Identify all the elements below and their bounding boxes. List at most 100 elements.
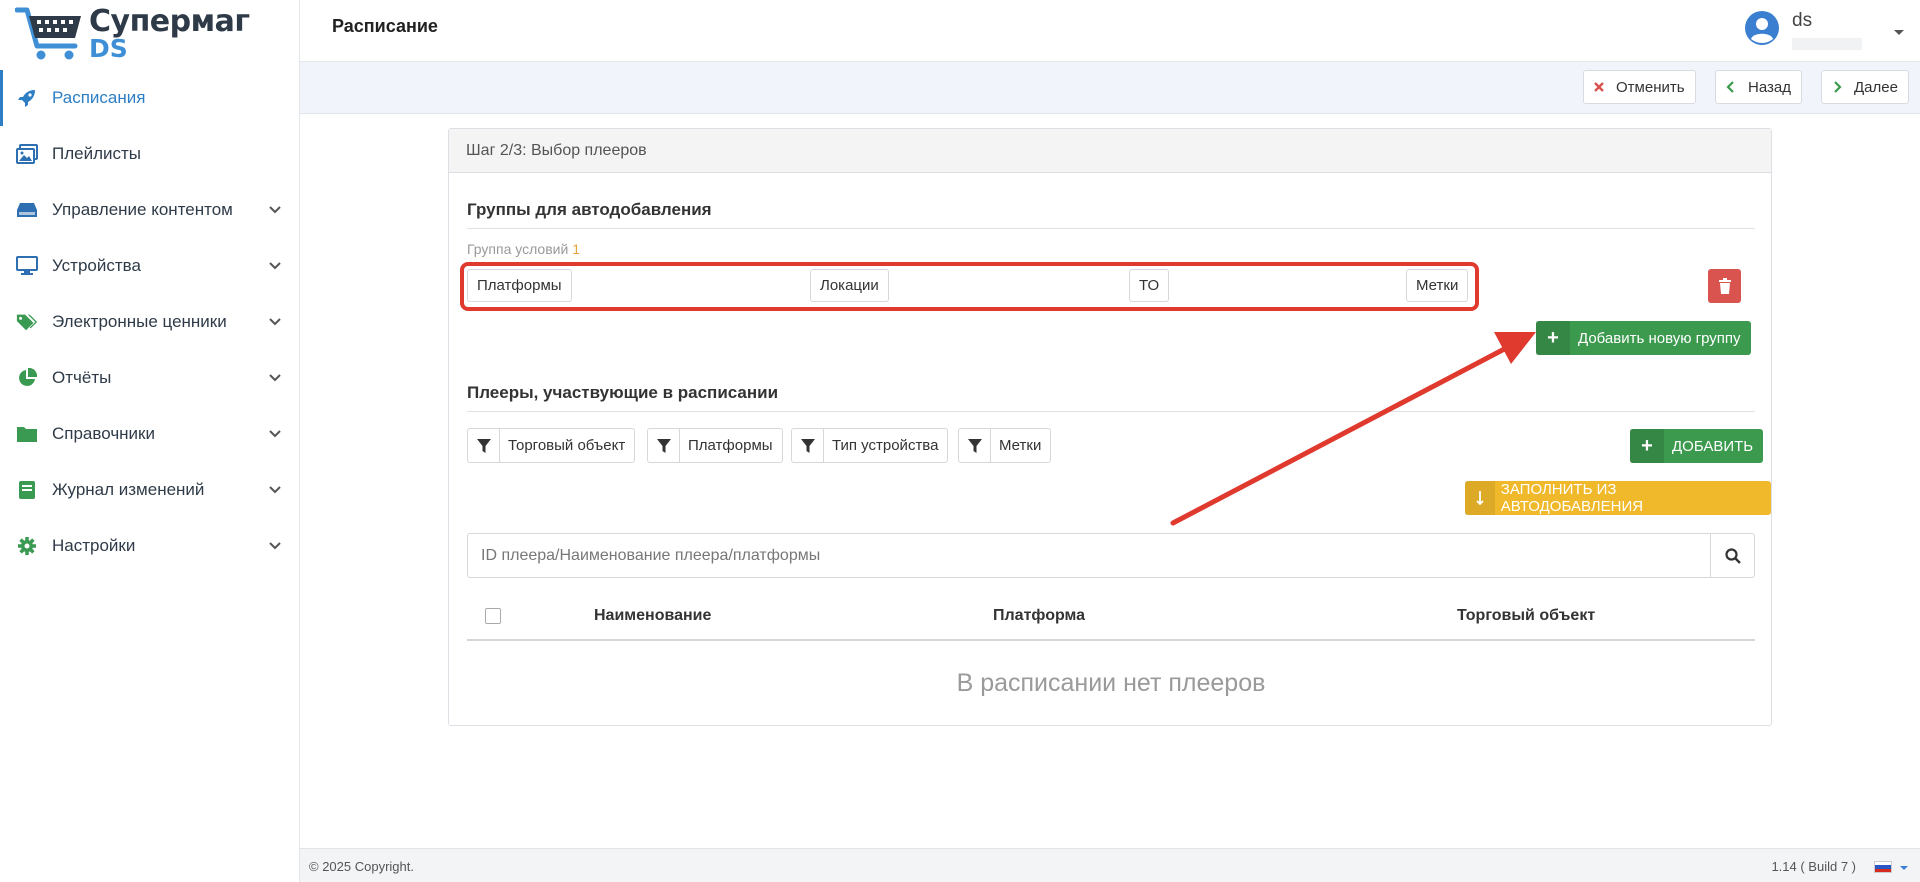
tags-icon xyxy=(16,311,38,333)
autoadd-section-title: Группы для автодобавления xyxy=(467,200,712,219)
chevron-down-icon xyxy=(269,206,281,214)
fill-from-autoadd-label: ЗАПОЛНИТЬ ИЗ АВТОДОБАВЛЕНИЯ xyxy=(1500,481,1644,515)
sidebar: Супермаг DS Расписания Плейлисты Управле… xyxy=(0,0,300,882)
search-input[interactable] xyxy=(468,534,1711,577)
gear-icon xyxy=(16,535,38,557)
chevron-down-icon xyxy=(269,318,281,326)
add-group-button[interactable]: + Добавить новую группу xyxy=(1536,321,1751,355)
sidebar-item-label: Справочники xyxy=(52,424,155,443)
russian-flag-icon[interactable] xyxy=(1874,861,1892,873)
app-logo[interactable]: Супермаг DS xyxy=(15,4,250,63)
chevron-down-icon xyxy=(269,542,281,550)
book-icon xyxy=(16,479,38,501)
user-avatar-icon xyxy=(1745,11,1779,45)
caret-down-icon[interactable] xyxy=(1900,866,1908,870)
copyright: © 2025 Copyright. xyxy=(309,859,414,874)
sidebar-item-label: Настройки xyxy=(52,536,136,555)
delete-group-button[interactable] xyxy=(1708,269,1741,303)
sidebar-item-label: Плейлисты xyxy=(52,144,142,163)
caret-down-icon xyxy=(1894,30,1904,35)
sidebar-item-changelog[interactable]: Журнал изменений xyxy=(0,462,300,518)
sidebar-item-label: Управление контентом xyxy=(52,200,233,219)
sidebar-item-label: Отчёты xyxy=(52,368,112,387)
condition-group-label: Группа условий 1 xyxy=(467,241,580,257)
top-bar: Расписание ds xyxy=(300,0,1920,62)
filter-icon xyxy=(648,429,680,462)
column-header-retail-object[interactable]: Торговый объект xyxy=(1457,607,1595,625)
action-bar: Отменить Назад Далее xyxy=(300,62,1920,114)
sidebar-item-settings[interactable]: Настройки xyxy=(0,518,300,574)
plus-icon: + xyxy=(1630,429,1664,463)
back-button-label: Назад xyxy=(1748,78,1791,96)
next-button-label: Далее xyxy=(1854,78,1898,96)
player-search xyxy=(467,533,1755,578)
divider xyxy=(467,411,1755,412)
user-name-redacted xyxy=(1792,38,1862,50)
filter-icon xyxy=(468,429,500,462)
sidebar-item-label: Электронные ценники xyxy=(52,312,227,331)
step-title: Шаг 2/3: Выбор плееров xyxy=(449,129,1771,173)
sidebar-item-reports[interactable]: Отчёты xyxy=(0,350,300,406)
condition-group-number: 1 xyxy=(572,241,580,257)
filter-label: Метки xyxy=(999,437,1042,454)
add-players-label: ДОБАВИТЬ xyxy=(1672,437,1754,455)
cancel-button[interactable]: Отменить xyxy=(1583,70,1696,104)
filter-platforms[interactable]: Платформы xyxy=(647,428,783,463)
chevron-right-icon xyxy=(1834,81,1842,93)
sidebar-item-price-tags[interactable]: Электронные ценники xyxy=(0,294,300,350)
column-header-name[interactable]: Наименование xyxy=(594,607,711,625)
filter-icon xyxy=(792,429,824,462)
chevron-down-icon xyxy=(269,430,281,438)
cart-logo-icon xyxy=(15,7,81,60)
chevron-down-icon xyxy=(269,486,281,494)
add-group-label: Добавить новую группу xyxy=(1578,329,1741,347)
sidebar-item-devices[interactable]: Устройства xyxy=(0,238,300,294)
sidebar-item-label: Расписания xyxy=(52,88,146,107)
sidebar-item-label: Журнал изменений xyxy=(52,480,205,499)
table-header-divider xyxy=(467,639,1755,641)
divider xyxy=(467,228,1755,229)
sidebar-item-schedules[interactable]: Расписания xyxy=(0,70,300,126)
next-button[interactable]: Далее xyxy=(1821,70,1909,104)
fill-from-autoadd-button[interactable]: ЗАПОЛНИТЬ ИЗ АВТОДОБАВЛЕНИЯ xyxy=(1465,481,1771,515)
footer: © 2025 Copyright. 1.14 ( Build 7 ) xyxy=(300,848,1920,882)
filter-device-type[interactable]: Тип устройства xyxy=(791,428,949,463)
filter-label: Тип устройства xyxy=(832,437,939,454)
chevron-left-icon xyxy=(1726,81,1734,93)
sidebar-nav: Расписания Плейлисты Управление контенто… xyxy=(0,70,300,574)
filter-labels[interactable]: Метки xyxy=(958,428,1052,463)
filter-retail-object[interactable]: Торговый объект xyxy=(467,428,636,463)
search-button[interactable] xyxy=(1710,534,1754,577)
sidebar-item-playlists[interactable]: Плейлисты xyxy=(0,126,300,182)
empty-table-message: В расписании нет плееров xyxy=(956,669,1266,697)
user-name: ds xyxy=(1792,10,1813,31)
wizard-panel: Шаг 2/3: Выбор плееров Группы для автодо… xyxy=(448,128,1772,726)
annotation-highlight-frame xyxy=(460,262,1479,311)
column-header-platform[interactable]: Платформа xyxy=(993,607,1085,625)
sidebar-item-content[interactable]: Управление контентом xyxy=(0,182,300,238)
hdd-icon xyxy=(16,199,38,221)
rocket-icon xyxy=(16,87,38,109)
cancel-button-label: Отменить xyxy=(1616,78,1685,96)
sidebar-item-references[interactable]: Справочники xyxy=(0,406,300,462)
filter-label: Платформы xyxy=(688,437,773,454)
filter-label: Торговый объект xyxy=(508,437,626,454)
page-title: Расписание xyxy=(332,16,438,36)
sort-down-icon xyxy=(1465,481,1495,515)
close-icon xyxy=(1594,82,1604,92)
chevron-down-icon xyxy=(269,374,281,382)
back-button[interactable]: Назад xyxy=(1715,70,1802,104)
monitor-icon xyxy=(16,255,38,277)
sidebar-item-label: Устройства xyxy=(52,256,141,275)
search-icon xyxy=(1724,547,1741,564)
logo-subtitle: DS xyxy=(89,34,128,63)
pie-chart-icon xyxy=(16,367,38,389)
add-players-button[interactable]: + ДОБАВИТЬ xyxy=(1630,429,1764,463)
select-all-checkbox[interactable] xyxy=(485,608,501,624)
version-label: 1.14 ( Build 7 ) xyxy=(1771,859,1856,874)
user-menu[interactable]: ds xyxy=(1744,8,1904,52)
condition-group-text: Группа условий xyxy=(467,241,569,257)
plus-icon: + xyxy=(1536,321,1570,355)
images-icon xyxy=(16,143,38,165)
filter-icon xyxy=(959,429,991,462)
